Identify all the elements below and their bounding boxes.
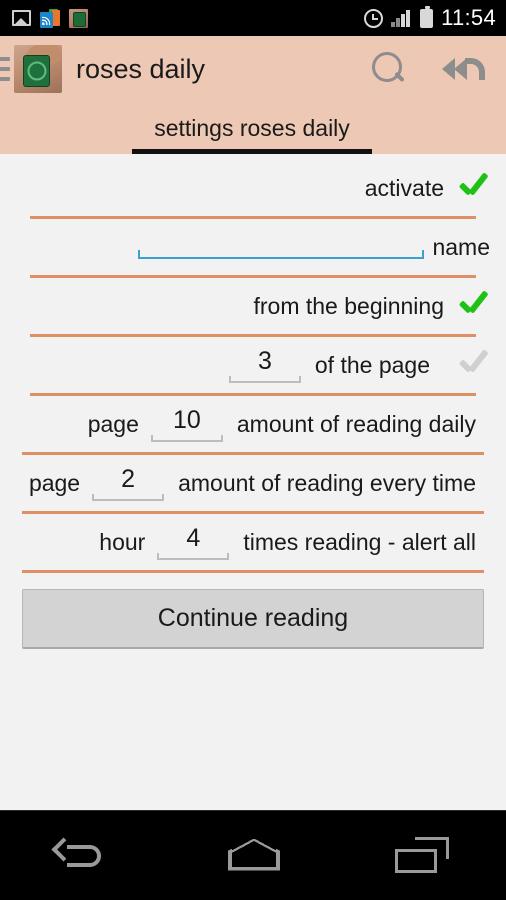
label-name: name xyxy=(432,233,490,260)
photo-icon xyxy=(12,10,31,26)
divider xyxy=(30,216,476,219)
app-notification-icon xyxy=(69,8,88,28)
hour-input[interactable]: 4 xyxy=(157,524,230,560)
search-icon[interactable] xyxy=(368,49,408,89)
signal-icon xyxy=(391,9,412,27)
every-time-amount-input[interactable]: 2 xyxy=(92,465,165,501)
status-bar-clock: 11:54 xyxy=(441,5,496,30)
row-of-the-page: 3 of the page xyxy=(0,341,506,389)
navigation-bar xyxy=(0,810,506,900)
tab-strip: settings roses daily xyxy=(0,102,506,154)
alarm-icon xyxy=(364,8,384,28)
divider xyxy=(30,334,476,337)
daily-amount-input[interactable]: 10 xyxy=(150,406,223,442)
status-bar-system: 11:54 xyxy=(364,5,496,31)
checkbox-activate[interactable] xyxy=(456,171,490,205)
home-icon[interactable] xyxy=(198,821,308,891)
checkbox-of-the-page[interactable] xyxy=(456,348,490,382)
row-times-reading-alert-all: hour 4 times reading - alert all xyxy=(0,518,506,566)
label-activate: activate xyxy=(364,174,444,201)
action-bar: roses daily xyxy=(0,36,506,102)
label-amount-of-reading-daily: amount of reading daily xyxy=(236,410,476,437)
label-times-reading-alert-all: times reading - alert all xyxy=(243,528,476,555)
checkbox-from-the-beginning[interactable] xyxy=(456,289,490,323)
tab-settings-roses-daily[interactable]: settings roses daily xyxy=(132,102,372,154)
name-input[interactable] xyxy=(138,235,425,259)
row-activate: activate xyxy=(0,164,506,212)
app-logo-icon[interactable] xyxy=(14,45,62,93)
newsstand-icon xyxy=(40,8,60,28)
continue-button-wrapper: Continue reading xyxy=(0,577,506,649)
label-page-prefix: page xyxy=(28,469,81,496)
status-bar: 11:54 xyxy=(0,0,506,36)
status-bar-notifications xyxy=(12,8,88,28)
battery-icon xyxy=(420,5,434,28)
hamburger-menu-icon[interactable] xyxy=(0,57,10,81)
label-page-prefix: page xyxy=(87,410,139,437)
divider xyxy=(22,511,484,514)
page-title: roses daily xyxy=(76,53,206,84)
row-amount-of-reading-daily: page 10 amount of reading daily xyxy=(0,400,506,448)
back-icon[interactable] xyxy=(29,821,139,891)
label-of-the-page: of the page xyxy=(314,351,430,378)
label-from-the-beginning: from the beginning xyxy=(253,292,444,319)
reply-all-arrow-icon[interactable] xyxy=(442,51,494,87)
recents-icon[interactable] xyxy=(367,821,477,891)
settings-form: activate name from the beginning 3 of th… xyxy=(0,154,506,842)
row-amount-of-reading-every-time: page 2 amount of reading every time xyxy=(0,459,506,507)
tab-indicator xyxy=(132,149,372,154)
divider xyxy=(30,393,476,396)
page-number-input[interactable]: 3 xyxy=(228,347,301,383)
label-amount-of-reading-every-time: amount of reading every time xyxy=(178,469,476,496)
label-hour-prefix: hour xyxy=(99,528,146,555)
phone-screen: 11:54 roses daily settings roses daily a… xyxy=(0,0,506,900)
divider xyxy=(22,452,484,455)
divider xyxy=(30,275,476,278)
divider xyxy=(22,570,484,573)
row-from-the-beginning: from the beginning xyxy=(0,282,506,330)
continue-reading-button[interactable]: Continue reading xyxy=(22,589,484,649)
row-name: name xyxy=(0,223,506,271)
